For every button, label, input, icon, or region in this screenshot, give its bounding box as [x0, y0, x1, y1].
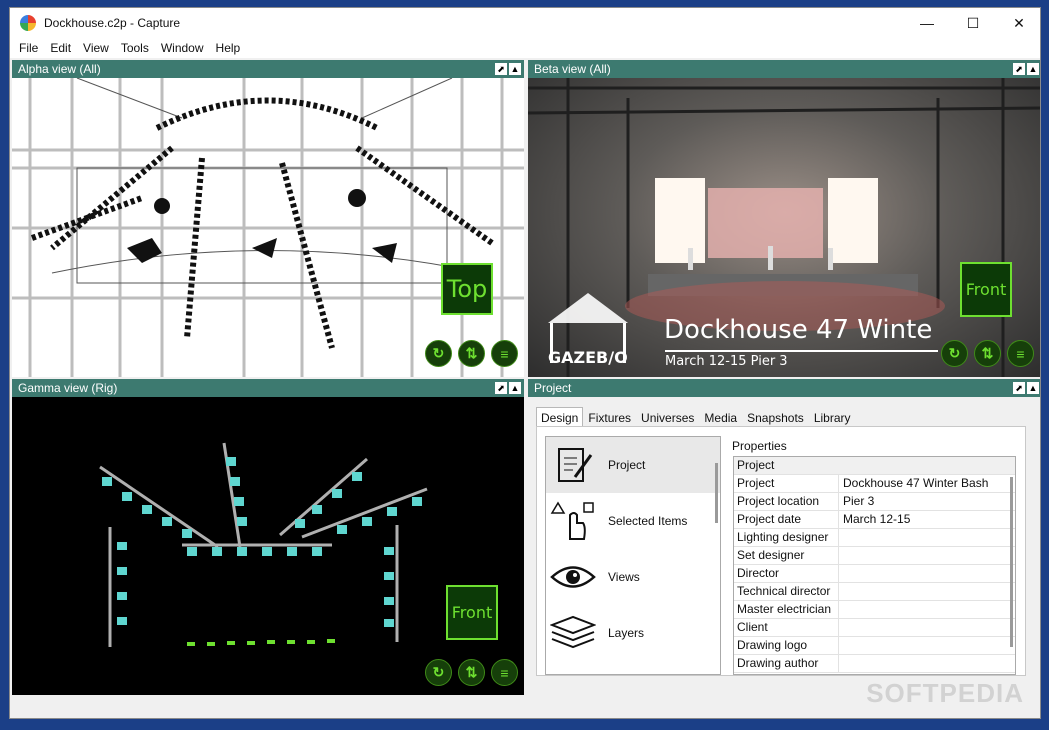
flip-view-button[interactable]: ⇅	[458, 659, 485, 686]
category-layers[interactable]: Layers	[546, 605, 720, 661]
beta-view-title: Beta view (All)	[534, 62, 611, 76]
gamma-viewport[interactable]: Front ↻ ⇅ ≡	[12, 397, 524, 695]
menu-view[interactable]: View	[77, 41, 115, 55]
project-tabs: Design Fixtures Universes Media Snapshot…	[536, 407, 856, 428]
prop-row[interactable]: Project date March 12-15	[734, 511, 1015, 529]
title-bar[interactable]: Dockhouse.c2p - Capture — ☐ ✕	[10, 8, 1040, 38]
prop-row[interactable]: Project location Pier 3	[734, 493, 1015, 511]
beta-view-header: Beta view (All) ⬈ ▲	[528, 60, 1040, 78]
app-window: Dockhouse.c2p - Capture — ☐ ✕ File Edit …	[9, 7, 1041, 719]
tab-library[interactable]: Library	[809, 407, 856, 428]
alpha-view-pane: Alpha view (All) ⬈ ▲ Top ↻ ⇅ ≡	[12, 60, 524, 377]
view-orientation-top[interactable]: Top	[441, 263, 493, 315]
view-menu-button[interactable]: ≡	[491, 340, 518, 367]
pane-collapse-icon[interactable]: ▲	[1027, 63, 1039, 75]
gazebo-logo: GAZEB/O	[548, 348, 628, 367]
tab-universes[interactable]: Universes	[636, 407, 699, 428]
category-views[interactable]: Views	[546, 549, 720, 605]
gamma-view-title: Gamma view (Rig)	[18, 381, 118, 395]
view-menu-button[interactable]: ≡	[491, 659, 518, 686]
design-panel: Project Selected Items Views Layers Prop…	[536, 426, 1026, 676]
minimize-button[interactable]: —	[904, 8, 950, 38]
properties-scrollbar[interactable]	[1010, 477, 1013, 647]
menu-window[interactable]: Window	[155, 41, 210, 55]
layers-icon	[550, 610, 596, 656]
window-title: Dockhouse.c2p - Capture	[44, 16, 181, 30]
tab-media[interactable]: Media	[699, 407, 742, 428]
project-title: Project	[534, 381, 572, 395]
prop-row[interactable]: Director	[734, 565, 1015, 583]
prop-row[interactable]: Technical director	[734, 583, 1015, 601]
rotate-view-button[interactable]: ↻	[941, 340, 968, 367]
close-button[interactable]: ✕	[996, 8, 1040, 38]
pane-maximize-icon[interactable]: ⬈	[1013, 63, 1025, 75]
category-label: Views	[608, 570, 640, 584]
properties-section-header: Project	[734, 457, 1015, 475]
tab-design[interactable]: Design	[536, 407, 584, 428]
watermark: SOFTPEDIA	[866, 678, 1024, 708]
pane-collapse-icon[interactable]: ▲	[509, 63, 521, 75]
document-edit-icon	[550, 442, 596, 488]
maximize-button[interactable]: ☐	[950, 8, 996, 38]
tab-fixtures[interactable]: Fixtures	[583, 407, 636, 428]
eye-icon	[550, 554, 596, 600]
pane-maximize-icon[interactable]: ⬈	[495, 63, 507, 75]
project-header: Project ⬈ ▲	[528, 379, 1040, 397]
status-bar: SOFTPEDIA	[10, 678, 1040, 718]
properties-title: Properties	[732, 439, 787, 453]
gamma-view-header: Gamma view (Rig) ⬈ ▲	[12, 379, 524, 397]
prop-row[interactable]: Drawing author	[734, 655, 1015, 673]
rotate-view-button[interactable]: ↻	[425, 659, 452, 686]
menu-tools[interactable]: Tools	[115, 41, 155, 55]
prop-row[interactable]: Client	[734, 619, 1015, 637]
tab-snapshots[interactable]: Snapshots	[742, 407, 809, 428]
category-project[interactable]: Project	[546, 437, 720, 493]
pane-collapse-icon[interactable]: ▲	[509, 382, 521, 394]
pane-collapse-icon[interactable]: ▲	[1027, 382, 1039, 394]
category-scrollbar[interactable]	[715, 463, 718, 523]
rig-drawing	[99, 442, 428, 647]
prop-row[interactable]: Lighting designer	[734, 529, 1015, 547]
menu-file[interactable]: File	[13, 41, 44, 55]
view-menu-button[interactable]: ≡	[1007, 340, 1034, 367]
app-logo-icon	[20, 15, 36, 31]
prop-row[interactable]: Drawing logo	[734, 637, 1015, 655]
beta-view-pane: Beta view (All) ⬈ ▲ GAZEB/O Dockhouse 47…	[528, 60, 1040, 377]
gamma-view-pane: Gamma view (Rig) ⬈ ▲ Front ↻ ⇅ ≡	[12, 379, 524, 695]
flip-view-button[interactable]: ⇅	[458, 340, 485, 367]
project-pane: Project ⬈ ▲ Design Fixtures Universes Med…	[528, 379, 1040, 695]
category-selected-items[interactable]: Selected Items	[546, 493, 720, 549]
category-label: Project	[608, 458, 646, 472]
rotate-view-button[interactable]: ↻	[425, 340, 452, 367]
prop-row[interactable]: Set designer	[734, 547, 1015, 565]
prop-row[interactable]: Master electrician	[734, 601, 1015, 619]
plan-drawing	[12, 78, 524, 377]
alpha-viewport[interactable]: Top ↻ ⇅ ≡	[12, 78, 524, 377]
shapes-select-icon	[550, 498, 596, 544]
properties-table: Project Project Dockhouse 47 Winter Bash …	[733, 456, 1016, 675]
prop-row[interactable]: Project Dockhouse 47 Winter Bash	[734, 475, 1015, 493]
pane-maximize-icon[interactable]: ⬈	[1013, 382, 1025, 394]
menu-help[interactable]: Help	[210, 41, 247, 55]
view-orientation-front[interactable]: Front	[446, 585, 498, 640]
alpha-view-title: Alpha view (All)	[18, 62, 101, 76]
category-label: Selected Items	[608, 514, 688, 528]
banner-title: Dockhouse 47 Winte	[664, 315, 933, 345]
menu-bar: File Edit View Tools Window Help	[10, 38, 1040, 58]
menu-edit[interactable]: Edit	[44, 41, 77, 55]
view-orientation-front[interactable]: Front	[960, 262, 1012, 317]
banner-subtitle: March 12-15 Pier 3	[665, 354, 788, 369]
alpha-view-header: Alpha view (All) ⬈ ▲	[12, 60, 524, 78]
pane-maximize-icon[interactable]: ⬈	[495, 382, 507, 394]
category-label: Layers	[608, 626, 645, 640]
category-list[interactable]: Project Selected Items Views Layers	[545, 436, 721, 675]
beta-viewport[interactable]: GAZEB/O Dockhouse 47 Winte March 12-15 P…	[528, 78, 1040, 377]
flip-view-button[interactable]: ⇅	[974, 340, 1001, 367]
